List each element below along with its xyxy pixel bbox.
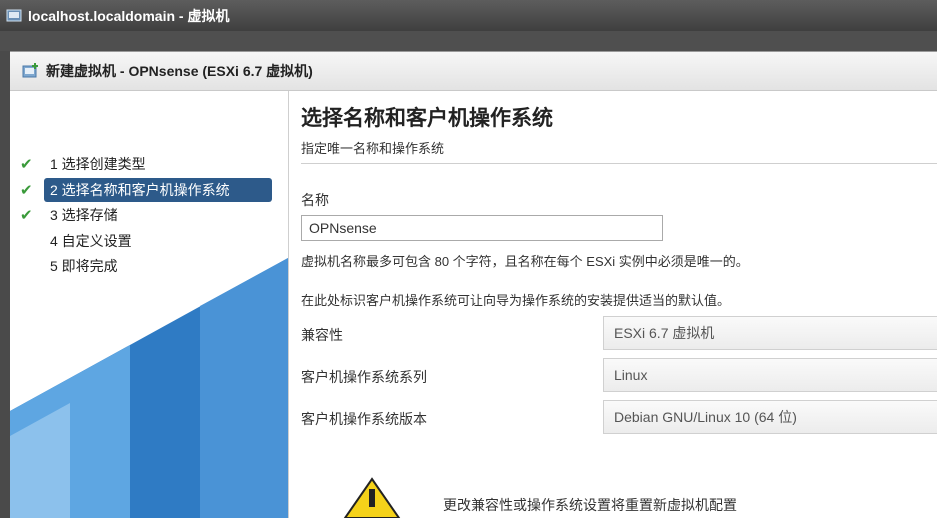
step-label: 2 选择名称和客户机操作系统 (44, 178, 272, 202)
warning-text: 更改兼容性或操作系统设置将重置新虚拟机配置 (443, 497, 737, 513)
vm-icon (6, 9, 22, 21)
new-vm-dialog: 新建虚拟机 - OPNsense (ESXi 6.7 虚拟机) ✔ 1 选择创建… (10, 51, 937, 518)
divider (301, 163, 937, 164)
step-5[interactable]: 5 即将完成 (10, 254, 288, 278)
os-family-label: 客户机操作系统系列 (301, 369, 427, 385)
wizard-steps: ✔ 1 选择创建类型 ✔ 2 选择名称和客户机操作系统 ✔ 3 选择存储 4 自… (10, 91, 289, 518)
step-4[interactable]: 4 自定义设置 (10, 229, 288, 253)
step-3[interactable]: ✔ 3 选择存储 (10, 203, 288, 227)
os-version-label: 客户机操作系统版本 (301, 411, 427, 427)
window-titlebar: localhost.localdomain - 虚拟机 (0, 0, 937, 31)
checkmark-icon: ✔ (20, 182, 33, 199)
warning-icon (343, 477, 401, 518)
page-title: 选择名称和客户机操作系统 (301, 107, 553, 130)
os-version-value: Debian GNU/Linux 10 (64 位) (614, 409, 797, 425)
dialog-title: 新建虚拟机 - OPNsense (ESXi 6.7 虚拟机) (46, 63, 313, 79)
backdrop (0, 31, 937, 51)
step-1[interactable]: ✔ 1 选择创建类型 (10, 152, 288, 176)
checkmark-icon: ✔ (20, 156, 33, 173)
os-hint: 在此处标识客户机操作系统可让向导为操作系统的安装提供适当的默认值。 (301, 293, 731, 308)
step-label: 5 即将完成 (50, 258, 118, 274)
new-vm-icon (22, 63, 38, 78)
page-subtitle: 指定唯一名称和操作系统 (301, 141, 445, 156)
os-family-value: Linux (614, 367, 648, 383)
window-title: localhost.localdomain - 虚拟机 (28, 7, 230, 24)
checkmark-icon: ✔ (20, 207, 33, 224)
step-label: 3 选择存储 (50, 207, 118, 223)
step-content: 选择名称和客户机操作系统 指定唯一名称和操作系统 名称 虚拟机名称最多可包含 8… (301, 91, 937, 518)
compatibility-value: ESXi 6.7 虚拟机 (614, 325, 715, 341)
compatibility-label: 兼容性 (301, 327, 343, 343)
os-version-select[interactable]: Debian GNU/Linux 10 (64 位) (603, 400, 937, 434)
os-family-select[interactable]: Linux (603, 358, 937, 392)
dialog-titlebar[interactable]: 新建虚拟机 - OPNsense (ESXi 6.7 虚拟机) (10, 52, 937, 91)
vm-name-input[interactable] (301, 215, 663, 241)
step-2[interactable]: ✔ 2 选择名称和客户机操作系统 (10, 178, 288, 202)
step-label: 4 自定义设置 (50, 233, 132, 249)
step-label: 1 选择创建类型 (50, 156, 146, 172)
name-hint: 虚拟机名称最多可包含 80 个字符，且名称在每个 ESXi 实例中必须是唯一的。 (301, 254, 749, 269)
name-label: 名称 (301, 192, 329, 208)
compatibility-select[interactable]: ESXi 6.7 虚拟机 (603, 316, 937, 350)
